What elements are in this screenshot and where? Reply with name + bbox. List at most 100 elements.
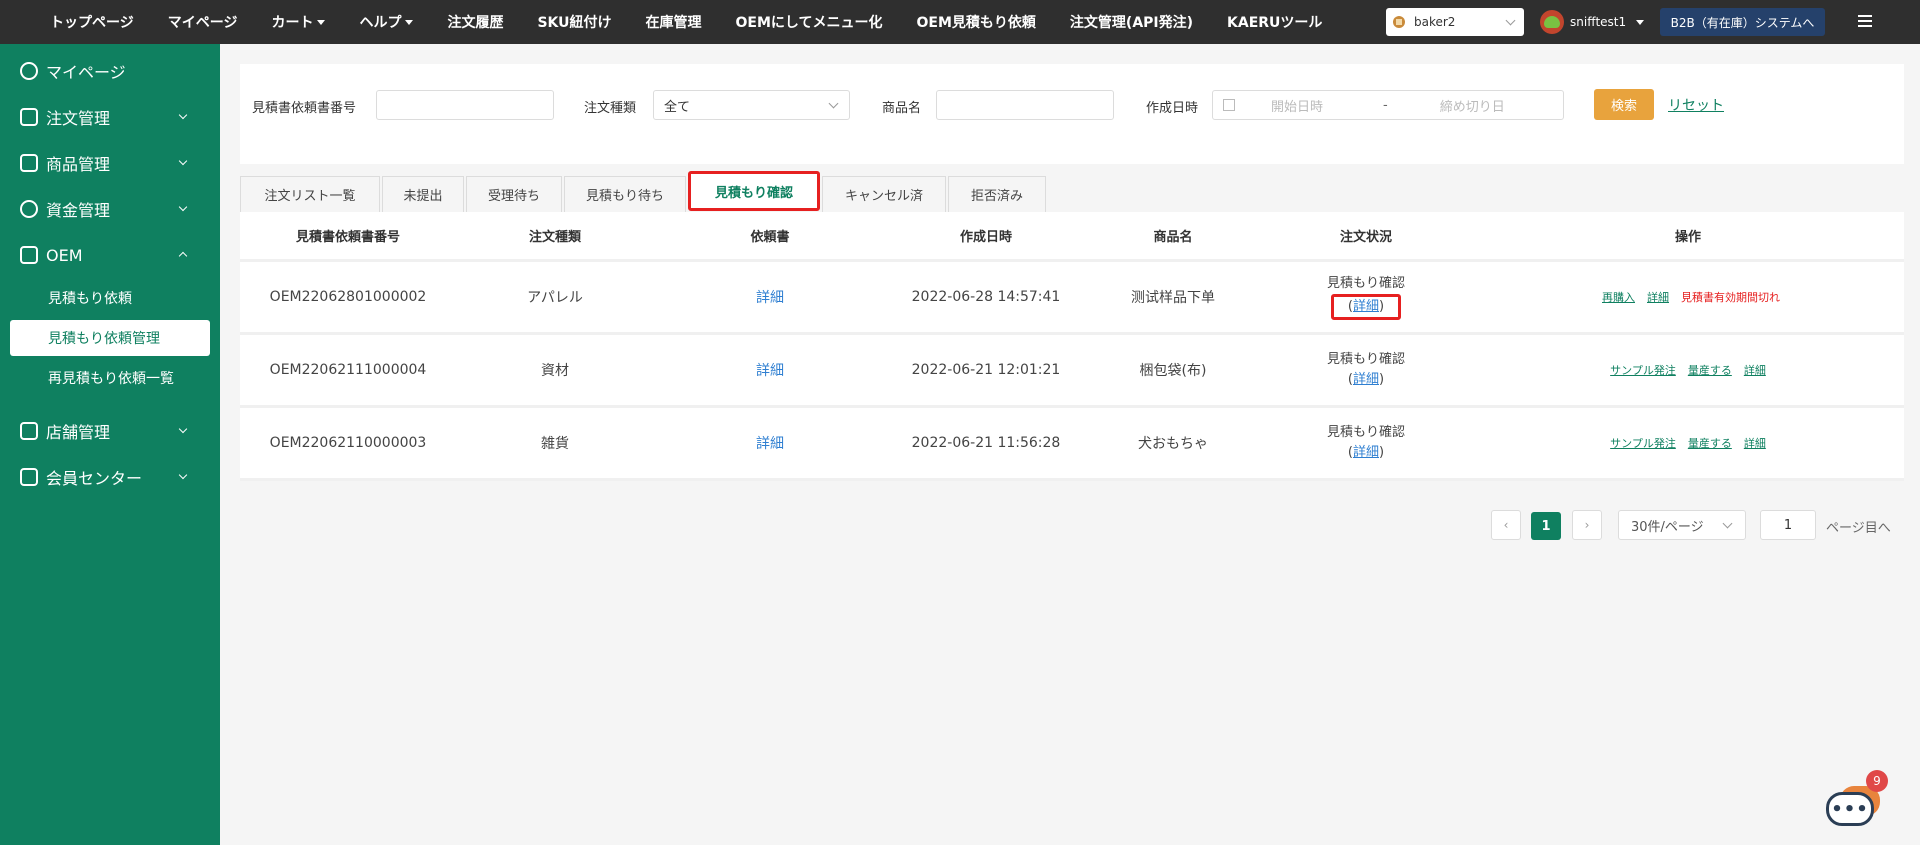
top-nav: トップページ マイページ カート ヘルプ 注文履歴 SKU紐付け 在庫管理 OE… xyxy=(0,0,1356,44)
nav-kaeru-tool[interactable]: KAERUツール xyxy=(1227,12,1322,32)
sidebar-item-funds[interactable]: 資金管理 xyxy=(0,186,220,232)
next-page-button[interactable]: › xyxy=(1572,510,1602,540)
nav-order-api[interactable]: 注文管理(API発注) xyxy=(1070,12,1193,32)
product-name-label: 商品名 xyxy=(882,101,922,116)
avatar xyxy=(1540,10,1564,34)
detail-link[interactable]: 詳細 xyxy=(1744,437,1766,450)
mass-produce-link[interactable]: 量産する xyxy=(1688,437,1732,450)
goto-page-input[interactable]: 1 xyxy=(1760,510,1816,540)
chat-bubble-icon: ••• xyxy=(1826,792,1874,826)
nav-inventory[interactable]: 在庫管理 xyxy=(646,12,702,32)
created-at: 2022-06-21 12:01:21 xyxy=(911,362,1061,378)
detail-link[interactable]: 詳細 xyxy=(1647,291,1669,304)
chevron-down-icon xyxy=(828,98,839,109)
caret-down-icon xyxy=(405,19,414,25)
chevron-down-icon xyxy=(178,110,188,120)
nav-oem-menu[interactable]: OEMにしてメニュー化 xyxy=(736,12,883,32)
tab-quote-confirmation[interactable]: 見積もり確認 xyxy=(688,171,820,211)
tab-awaiting-acceptance[interactable]: 受理待ち xyxy=(466,176,562,212)
quote-number: OEM22062110000003 xyxy=(269,435,427,451)
date-end-input[interactable]: 締め切り日 xyxy=(1440,96,1505,115)
sidebar-sub-quote-request[interactable]: 見積もり依頼 xyxy=(0,278,220,318)
request-doc-link[interactable]: 詳細 xyxy=(756,436,784,452)
nav-help[interactable]: ヘルプ xyxy=(359,12,414,32)
quote-number: OEM22062111000004 xyxy=(269,362,427,378)
sample-order-link[interactable]: サンプル発注 xyxy=(1610,437,1676,450)
status-detail-link[interactable]: 詳細 xyxy=(1353,372,1379,387)
created-at: 2022-06-28 14:57:41 xyxy=(911,289,1061,305)
chevron-down-icon xyxy=(178,424,188,434)
tab-cancelled[interactable]: キャンセル済 xyxy=(822,176,946,212)
highlighted-status-detail: (詳細) xyxy=(1330,294,1402,320)
sidebar-sub-quote-management[interactable]: 見積もり依頼管理 xyxy=(10,320,210,356)
operations: サンプル発注 量産する 詳細 xyxy=(1472,435,1904,451)
current-page[interactable]: 1 xyxy=(1531,512,1561,540)
nav-sku-link[interactable]: SKU紐付け xyxy=(537,12,611,32)
product-name-input[interactable] xyxy=(936,90,1114,120)
tab-rejected[interactable]: 拒否済み xyxy=(948,176,1046,212)
quote-number: OEM22062801000002 xyxy=(269,289,427,305)
document-icon xyxy=(20,108,38,126)
nav-top-page[interactable]: トップページ xyxy=(50,12,134,32)
prev-page-button[interactable]: ‹ xyxy=(1491,510,1521,540)
mass-produce-link[interactable]: 量産する xyxy=(1688,364,1732,377)
sidebar-sub-requote-list[interactable]: 再見積もり依頼一覧 xyxy=(0,358,220,398)
table-row: OEM22062111000004 資材 詳細 2022-06-21 12:01… xyxy=(240,335,1904,408)
store-icon xyxy=(20,422,38,440)
order-type: アパレル xyxy=(527,290,583,306)
nav-cart[interactable]: カート xyxy=(271,12,326,32)
top-bar: トップページ マイページ カート ヘルプ 注文履歴 SKU紐付け 在庫管理 OE… xyxy=(0,0,1920,44)
sidebar-item-oem[interactable]: OEM xyxy=(0,232,220,278)
filter-panel: 見積書依頼書番号 注文種類 全て 商品名 作成日時 開始日時 - 締め切り日 検… xyxy=(240,64,1904,164)
request-doc-link[interactable]: 詳細 xyxy=(756,290,784,306)
sidebar-item-stores[interactable]: 店舗管理 xyxy=(0,408,220,454)
chevron-down-icon xyxy=(1505,15,1516,26)
page-size-select[interactable]: 30件/ページ xyxy=(1618,510,1746,540)
user-menu[interactable]: snifftest1 xyxy=(1540,10,1645,34)
sidebar-item-members[interactable]: 会員センター xyxy=(0,454,220,500)
quote-no-input[interactable] xyxy=(376,90,554,120)
product-name: 犬おもちゃ xyxy=(1138,436,1208,452)
quote-table: 見積書依頼書番号 注文種類 依頼書 作成日時 商品名 注文状況 操作 OEM22… xyxy=(240,212,1904,481)
reset-link[interactable]: リセット xyxy=(1668,95,1724,115)
hamburger-menu-icon[interactable] xyxy=(1858,15,1872,27)
sidebar-item-orders[interactable]: 注文管理 xyxy=(0,94,220,140)
tab-awaiting-quote[interactable]: 見積もり待ち xyxy=(564,176,686,212)
order-status: 見積もり確認 (詳細) xyxy=(1326,425,1405,460)
nav-my-page[interactable]: マイページ xyxy=(168,12,238,32)
sidebar-item-products[interactable]: 商品管理 xyxy=(0,140,220,186)
goto-page-label: ページ目へ xyxy=(1826,521,1891,536)
date-label: 作成日時 xyxy=(1146,101,1199,116)
created-at: 2022-06-21 11:56:28 xyxy=(911,435,1061,451)
tab-not-submitted[interactable]: 未提出 xyxy=(382,176,464,212)
chevron-up-icon xyxy=(178,251,188,261)
nav-order-history[interactable]: 注文履歴 xyxy=(447,12,503,32)
sidebar: マイページ 注文管理 商品管理 資金管理 OEM 見積もり依頼 見積もり依頼管理… xyxy=(0,44,220,845)
tab-order-list[interactable]: 注文リスト一覧 xyxy=(240,176,380,212)
chevron-down-icon xyxy=(1722,518,1733,529)
search-button[interactable]: 検索 xyxy=(1594,89,1654,120)
detail-link[interactable]: 詳細 xyxy=(1744,364,1766,377)
chat-widget[interactable]: ••• 9 xyxy=(1826,770,1888,828)
notification-badge: 9 xyxy=(1866,770,1888,792)
status-detail-link[interactable]: 詳細 xyxy=(1353,299,1379,314)
shopping-bag-icon xyxy=(20,154,38,172)
rebuy-link[interactable]: 再購入 xyxy=(1602,291,1635,304)
status-detail-link[interactable]: 詳細 xyxy=(1353,445,1379,460)
crown-icon xyxy=(20,468,38,486)
date-range-picker[interactable]: 開始日時 - 締め切り日 xyxy=(1212,90,1564,120)
date-start-input[interactable]: 開始日時 xyxy=(1271,96,1323,115)
sidebar-item-mypage[interactable]: マイページ xyxy=(0,48,220,94)
sample-order-link[interactable]: サンプル発注 xyxy=(1610,364,1676,377)
request-doc-link[interactable]: 詳細 xyxy=(756,363,784,379)
shop-select[interactable]: baker2 xyxy=(1386,8,1524,36)
nav-oem-quote[interactable]: OEM見積もり依頼 xyxy=(917,12,1036,32)
quote-no-label: 見積書依頼書番号 xyxy=(252,101,357,116)
table-header: 見積書依頼書番号 注文種類 依頼書 作成日時 商品名 注文状況 操作 xyxy=(240,212,1904,262)
status-tabs: 注文リスト一覧 未提出 受理待ち 見積もり待ち 見積もり確認 キャンセル済 拒否… xyxy=(240,171,1048,212)
order-type-select[interactable]: 全て xyxy=(653,90,850,120)
b2b-system-button[interactable]: B2B（有在庫）システムへ xyxy=(1660,8,1825,36)
table-row: OEM22062801000002 アパレル 詳細 2022-06-28 14:… xyxy=(240,262,1904,335)
chevron-down-icon xyxy=(178,156,188,166)
chevron-down-icon xyxy=(178,470,188,480)
